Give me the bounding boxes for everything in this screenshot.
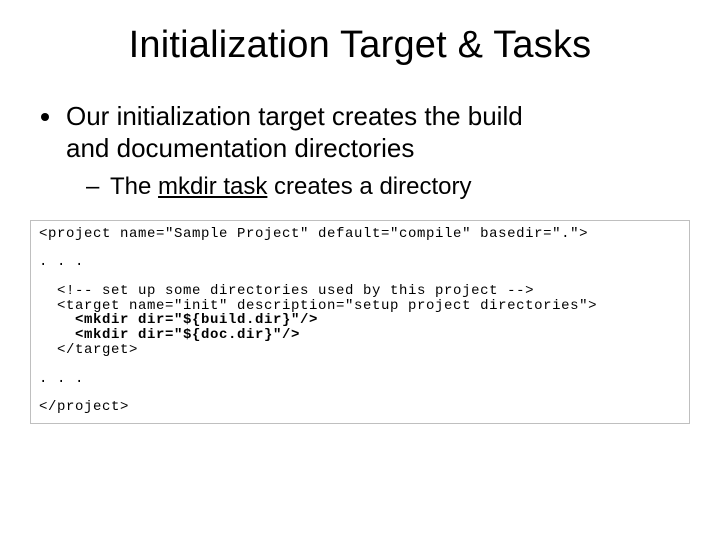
- bullet-1-line-2: and documentation directories: [66, 133, 414, 163]
- mkdir-task-link[interactable]: mkdir task: [158, 173, 267, 200]
- code-line: <mkdir dir="${build.dir}"/>: [39, 313, 681, 328]
- bullet-1: Our initialization target creates the bu…: [64, 101, 690, 202]
- sub-bullet-1-a: The: [110, 173, 158, 200]
- code-line: </project>: [39, 400, 681, 415]
- sub-bullet-1: The mkdir task creates a directory: [110, 172, 690, 201]
- code-line: </target>: [39, 343, 681, 358]
- bullet-1-line-1: Our initialization target creates the bu…: [66, 101, 523, 131]
- code-ellipsis: . . .: [39, 372, 681, 387]
- code-line: <mkdir dir="${doc.dir}"/>: [39, 328, 681, 343]
- slide-title: Initialization Target & Tasks: [30, 24, 690, 67]
- sub-bullet-1-b: creates a directory: [267, 173, 471, 200]
- code-sample: <project name="Sample Project" default="…: [30, 220, 690, 424]
- code-line: <project name="Sample Project" default="…: [39, 227, 681, 242]
- code-line: <target name="init" description="setup p…: [39, 299, 681, 314]
- code-line: <!-- set up some directories used by thi…: [39, 284, 681, 299]
- code-ellipsis: . . .: [39, 255, 681, 270]
